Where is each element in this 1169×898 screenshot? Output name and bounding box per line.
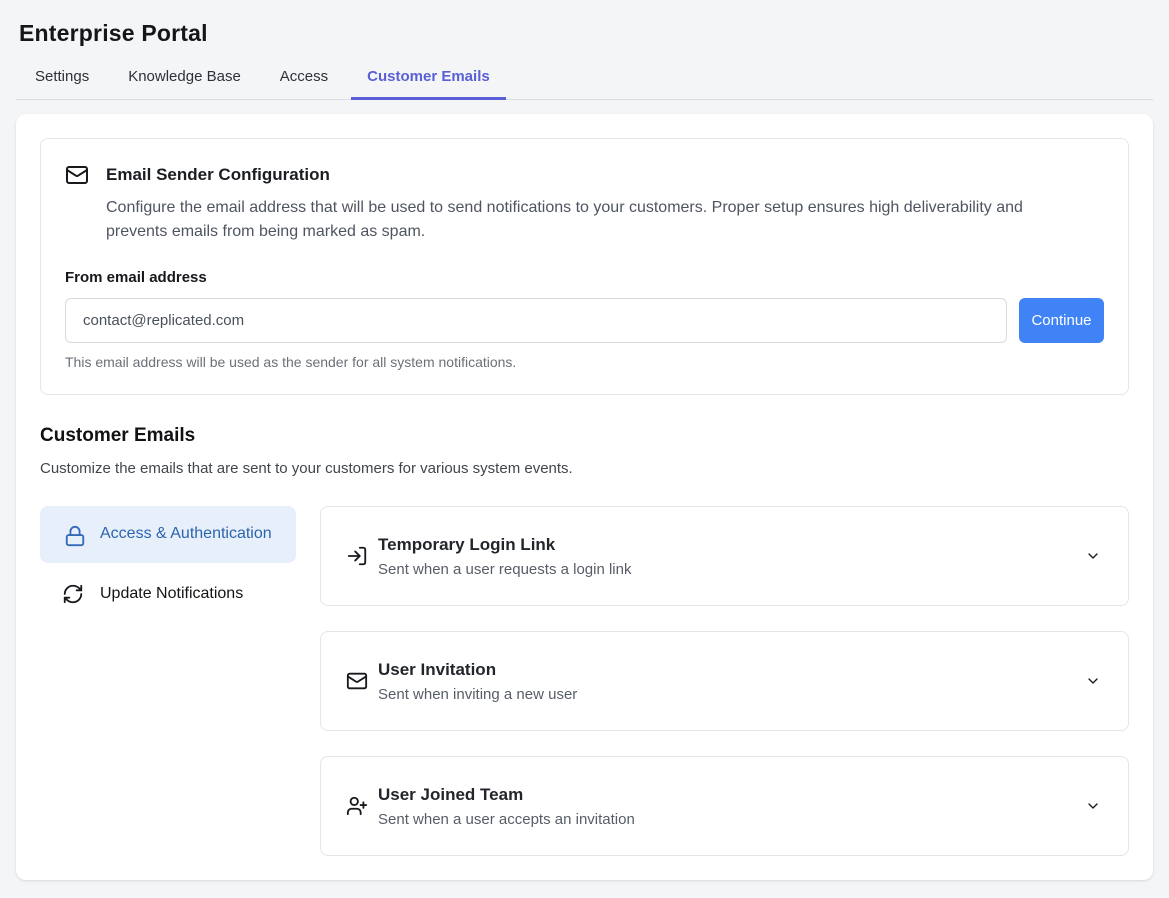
email-card-title: User Joined Team: [378, 785, 1085, 805]
login-icon: [346, 545, 368, 567]
tab-access[interactable]: Access: [264, 68, 344, 100]
sidebar-item-label: Update Notifications: [100, 585, 243, 603]
email-card-subtitle: Sent when inviting a new user: [378, 686, 1085, 703]
tab-bar: Settings Knowledge Base Access Customer …: [16, 68, 1153, 100]
email-card-temporary-login-link[interactable]: Temporary Login Link Sent when a user re…: [320, 506, 1129, 606]
tab-knowledge-base[interactable]: Knowledge Base: [112, 68, 257, 100]
email-template-list: Temporary Login Link Sent when a user re…: [320, 506, 1129, 856]
tab-settings[interactable]: Settings: [19, 68, 105, 100]
email-card-user-joined-team[interactable]: User Joined Team Sent when a user accept…: [320, 756, 1129, 856]
card-title: Email Sender Configuration: [106, 165, 330, 185]
page-header: Enterprise Portal: [0, 0, 1169, 48]
chevron-down-icon[interactable]: [1085, 798, 1101, 814]
tab-customer-emails[interactable]: Customer Emails: [351, 68, 506, 100]
from-email-label: From email address: [65, 269, 1104, 286]
customer-emails-subtitle: Customize the emails that are sent to yo…: [40, 460, 1129, 477]
main-panel: Email Sender Configuration Configure the…: [16, 114, 1153, 880]
lock-icon: [64, 525, 86, 547]
sidebar-item-label: Access & Authentication: [100, 522, 272, 547]
email-card-subtitle: Sent when a user requests a login link: [378, 561, 1085, 578]
sidebar-item-update-notifications[interactable]: Update Notifications: [40, 563, 296, 625]
mail-icon: [65, 163, 89, 187]
from-email-input[interactable]: [65, 298, 1007, 343]
email-card-title: Temporary Login Link: [378, 535, 1085, 555]
email-card-user-invitation[interactable]: User Invitation Sent when inviting a new…: [320, 631, 1129, 731]
refresh-icon: [62, 583, 84, 605]
mail-icon: [346, 670, 368, 692]
email-sender-config-card: Email Sender Configuration Configure the…: [40, 138, 1129, 395]
chevron-down-icon[interactable]: [1085, 673, 1101, 689]
continue-button[interactable]: Continue: [1019, 298, 1104, 343]
page-title: Enterprise Portal: [19, 18, 1169, 48]
user-plus-icon: [346, 795, 368, 817]
chevron-down-icon[interactable]: [1085, 548, 1101, 564]
email-card-title: User Invitation: [378, 660, 1085, 680]
email-card-subtitle: Sent when a user accepts an invitation: [378, 811, 1085, 828]
sidebar-item-access-authentication[interactable]: Access & Authentication: [40, 506, 296, 563]
email-category-sidebar: Access & Authentication Update Notificat…: [40, 506, 296, 856]
card-description: Configure the email address that will be…: [106, 196, 1081, 244]
customer-emails-heading: Customer Emails: [40, 425, 1129, 447]
from-email-helper-text: This email address will be used as the s…: [65, 354, 1104, 370]
